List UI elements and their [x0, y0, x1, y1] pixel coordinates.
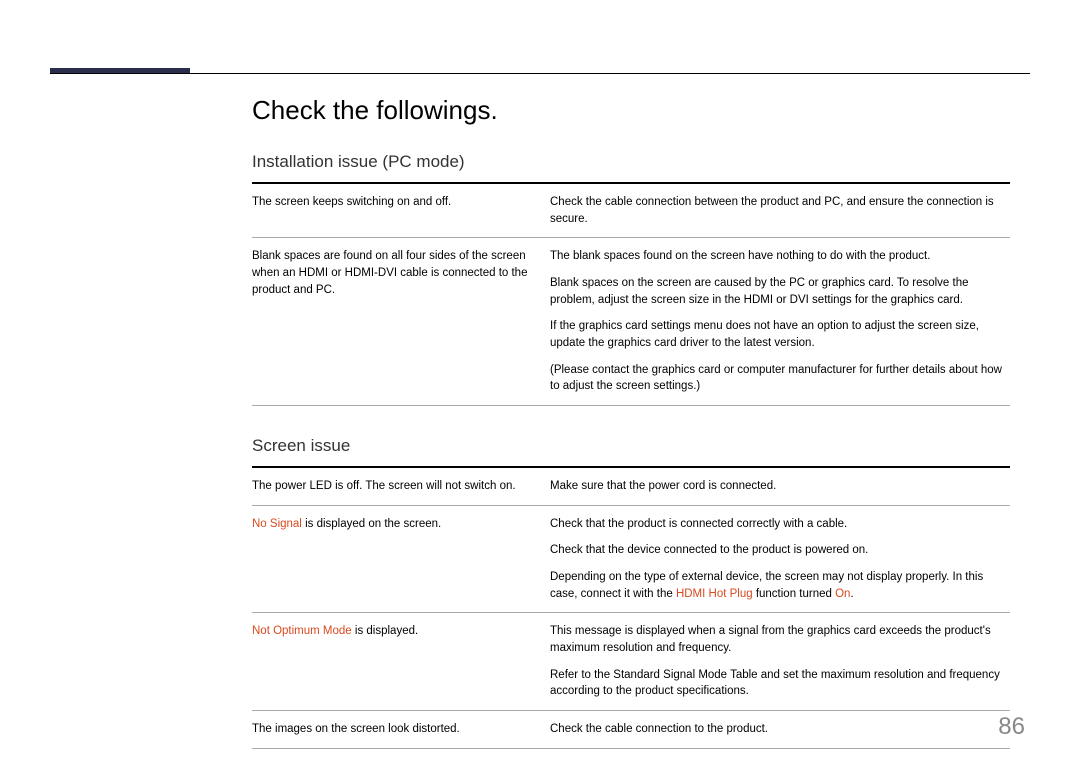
solution-cell: Check the cable connection to the produc…	[550, 721, 1010, 738]
table-row: The images on the screen look distorted.…	[252, 711, 1010, 749]
header-rule	[50, 73, 1030, 74]
symptom-cell: The images on the screen look distorted.	[252, 721, 550, 738]
solution-cell: Make sure that the power cord is connect…	[550, 478, 1010, 495]
solution-text: Check the cable connection to the produc…	[550, 721, 1010, 738]
solution-text: Check the cable connection between the p…	[550, 194, 1010, 227]
table-row: Blank spaces are found on all four sides…	[252, 238, 1010, 406]
symptom-cell: No Signal is displayed on the screen.	[252, 516, 550, 603]
solution-cell: Check the cable connection between the p…	[550, 194, 1010, 227]
table-row: The screen keeps switching on and off. C…	[252, 184, 1010, 238]
solution-cell: This message is displayed when a signal …	[550, 623, 1010, 700]
table-row: No Signal is displayed on the screen. Ch…	[252, 506, 1010, 614]
solution-cell: Check that the product is connected corr…	[550, 516, 1010, 603]
symptom-cell: The power LED is off. The screen will no…	[252, 478, 550, 495]
symptom-cell: The screen keeps switching on and off.	[252, 194, 550, 227]
section-heading-screen: Screen issue	[252, 436, 1010, 456]
symptom-text: is displayed on the screen.	[302, 518, 441, 530]
highlight-text: HDMI Hot Plug	[676, 588, 753, 600]
solution-text: If the graphics card settings menu does …	[550, 318, 1010, 351]
solution-text: Refer to the Standard Signal Mode Table …	[550, 667, 1010, 700]
page-content: Check the followings. Installation issue…	[252, 95, 1010, 749]
highlight-text: On	[835, 588, 850, 600]
solution-text: This message is displayed when a signal …	[550, 623, 1010, 656]
solution-text: The blank spaces found on the screen hav…	[550, 248, 1010, 265]
page-number: 86	[998, 713, 1025, 741]
highlight-text: Not Optimum Mode	[252, 625, 352, 637]
symptom-cell: Blank spaces are found on all four sides…	[252, 248, 550, 395]
solution-text: Blank spaces on the screen are caused by…	[550, 275, 1010, 308]
table-row: The power LED is off. The screen will no…	[252, 468, 1010, 506]
solution-text: Depending on the type of external device…	[550, 569, 1010, 602]
solution-text: Check that the product is connected corr…	[550, 516, 1010, 533]
solution-text: Make sure that the power cord is connect…	[550, 478, 1010, 495]
section-heading-installation: Installation issue (PC mode)	[252, 152, 1010, 172]
page-title: Check the followings.	[252, 95, 1010, 126]
table-row: Not Optimum Mode is displayed. This mess…	[252, 613, 1010, 711]
highlight-text: No Signal	[252, 518, 302, 530]
solution-text: Check that the device connected to the p…	[550, 542, 1010, 559]
symptom-text: is displayed.	[352, 625, 418, 637]
solution-text: (Please contact the graphics card or com…	[550, 362, 1010, 395]
symptom-cell: Not Optimum Mode is displayed.	[252, 623, 550, 700]
solution-cell: The blank spaces found on the screen hav…	[550, 248, 1010, 395]
